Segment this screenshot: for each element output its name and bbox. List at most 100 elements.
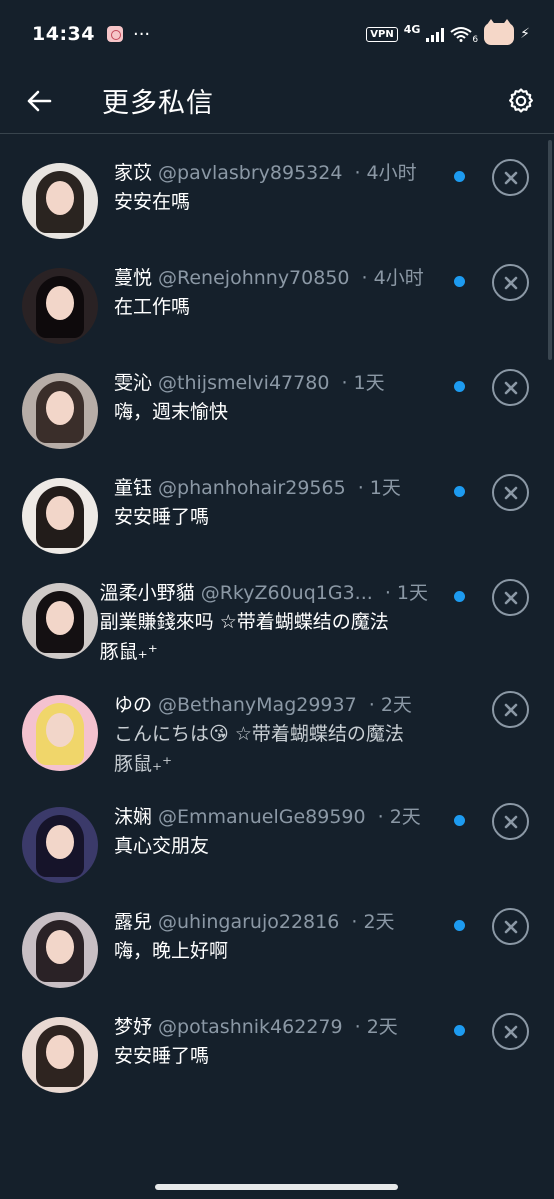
sender-name: 蔓悦 xyxy=(114,267,153,289)
sender-name: 露兒 xyxy=(114,911,153,933)
vpn-icon: VPN xyxy=(366,26,398,42)
status-time: 14:34 xyxy=(32,23,95,45)
message-preview: 嗨，週末愉快 xyxy=(114,401,229,423)
message-preview: 安安睡了嗎 xyxy=(114,506,210,528)
close-icon xyxy=(504,920,517,933)
message-time: · 1天 xyxy=(335,372,385,394)
sender-handle: @potashnik462279 xyxy=(158,1016,343,1038)
conversation-item[interactable]: 家苡 @pavlasbry895324 · 4小时 安安在嗎 xyxy=(0,159,554,264)
dismiss-button[interactable] xyxy=(492,264,529,301)
sender-name: 梦妤 xyxy=(114,1016,153,1038)
dismiss-button[interactable] xyxy=(492,369,529,406)
avatar[interactable] xyxy=(22,695,98,771)
message-preview: 安安睡了嗎 xyxy=(114,1045,210,1067)
conversation-item[interactable]: ゆの @BethanyMag29937 · 2天 こんにちは😘 ☆带着蝴蝶结の魔法… xyxy=(0,691,554,803)
sender-name: ゆの xyxy=(114,694,153,716)
sender-handle: @thijsmelvi47780 xyxy=(158,372,330,394)
message-time: · 2天 xyxy=(348,1016,398,1038)
message-time: · 2天 xyxy=(362,694,412,716)
conversation-item[interactable]: 雯沁 @thijsmelvi47780 · 1天 嗨，週末愉快 xyxy=(0,369,554,474)
more-notifications-icon: ··· xyxy=(132,23,151,45)
unread-indicator xyxy=(454,920,465,931)
signal-icon xyxy=(426,26,445,42)
message-preview: 安安在嗎 xyxy=(114,191,191,213)
conversation-item[interactable]: 周時雨@marionsower62... · 3小时 嗨介意認識嗎 xyxy=(0,134,554,159)
dismiss-button[interactable] xyxy=(492,159,529,196)
sender-name: 家苡 xyxy=(114,162,153,184)
unread-indicator xyxy=(454,171,465,182)
avatar[interactable] xyxy=(22,478,98,554)
message-time: · 4小时 xyxy=(355,267,424,289)
close-icon xyxy=(504,703,517,716)
dismiss-button[interactable] xyxy=(492,908,529,945)
arrow-left-icon xyxy=(27,90,52,111)
conversation-item[interactable]: 沫娴 @EmmanuelGe89590 · 2天 真心交朋友 xyxy=(0,803,554,908)
sender-name: 溫柔小野貓 xyxy=(99,582,195,604)
dismiss-button[interactable] xyxy=(492,691,529,728)
dismiss-button[interactable] xyxy=(492,579,529,616)
close-icon xyxy=(504,1025,517,1038)
network-type: 4G xyxy=(403,23,421,36)
unread-indicator xyxy=(454,276,465,287)
close-icon xyxy=(504,276,517,289)
back-button[interactable] xyxy=(0,68,78,134)
message-time: · 2天 xyxy=(345,911,395,933)
message-time: · 2天 xyxy=(371,806,421,828)
conversation-item[interactable]: 溫柔小野貓 @RkyZ60uq1G3... · 1天 副業賺錢來吗 ☆带着蝴蝶结の… xyxy=(0,579,554,691)
sender-handle: @uhingarujo22816 xyxy=(158,911,340,933)
avatar[interactable] xyxy=(22,583,98,659)
page-title: 更多私信 xyxy=(102,88,214,119)
unread-indicator xyxy=(454,591,465,602)
avatar[interactable] xyxy=(22,373,98,449)
message-time: · 1天 xyxy=(351,477,401,499)
settings-button[interactable] xyxy=(488,68,554,134)
message-preview: 真心交朋友 xyxy=(114,835,210,857)
message-time: · 1天 xyxy=(378,582,428,604)
avatar[interactable] xyxy=(22,912,98,988)
status-icons: VPN 4G 6 ⚡ xyxy=(366,19,530,45)
dismiss-button[interactable] xyxy=(492,1013,529,1050)
unread-indicator xyxy=(454,815,465,826)
avatar[interactable] xyxy=(22,268,98,344)
sender-handle: @RkyZ60uq1G3... xyxy=(200,582,373,604)
avatar[interactable] xyxy=(22,163,98,239)
message-preview: こんにちは😘 ☆带着蝴蝶结の魔法 xyxy=(114,723,404,745)
dismiss-button[interactable] xyxy=(492,803,529,840)
status-bar: 14:34 ··· VPN 4G 6 ⚡ xyxy=(0,0,554,68)
conversation-item[interactable]: 梦妤 @potashnik462279 · 2天 安安睡了嗎 xyxy=(0,1013,554,1118)
message-time: · 4小时 xyxy=(348,162,417,184)
message-preview: 嗨，晚上好啊 xyxy=(114,940,229,962)
home-indicator[interactable] xyxy=(155,1184,398,1190)
conversation-list[interactable]: 周時雨@marionsower62... · 3小时 嗨介意認識嗎 家苡@pav… xyxy=(0,134,554,1194)
wifi-standard: 6 xyxy=(472,35,479,45)
message-preview: 在工作嗎 xyxy=(114,296,191,318)
avatar[interactable] xyxy=(22,807,98,883)
sender-handle: @Renejohnny70850 xyxy=(158,267,350,289)
sender-handle: @pavlasbry895324 xyxy=(158,162,343,184)
conversation-item[interactable]: 露兒 @uhingarujo22816 · 2天 嗨，晚上好啊 xyxy=(0,908,554,1013)
wifi-icon xyxy=(450,27,473,42)
message-preview: 副業賺錢來吗 ☆带着蝴蝶结の魔法 xyxy=(99,611,389,633)
sender-handle: @BethanyMag29937 xyxy=(158,694,357,716)
gear-icon xyxy=(509,87,533,113)
sender-name: 雯沁 xyxy=(114,372,153,394)
message-preview-continued: 豚鼠₊⁺ xyxy=(99,641,158,663)
close-icon xyxy=(504,486,517,499)
sender-name: 童钰 xyxy=(114,477,153,499)
dismiss-button[interactable] xyxy=(492,474,529,511)
conversation-item[interactable]: 蔓悦 @Renejohnny70850 · 4小时 在工作嗎 xyxy=(0,264,554,369)
top-app-bar: 更多私信 xyxy=(0,68,554,134)
unread-indicator xyxy=(454,486,465,497)
close-icon xyxy=(504,381,517,394)
close-icon xyxy=(504,171,517,184)
sender-name: 沫娴 xyxy=(114,806,153,828)
close-icon xyxy=(504,815,517,828)
conversation-item[interactable]: 童钰 @phanhohair29565 · 1天 安安睡了嗎 xyxy=(0,474,554,579)
avatar[interactable] xyxy=(22,1017,98,1093)
close-icon xyxy=(504,591,517,604)
unread-indicator xyxy=(454,381,465,392)
charging-icon: ⚡ xyxy=(520,26,530,42)
sender-handle: @phanhohair29565 xyxy=(158,477,346,499)
message-preview-continued: 豚鼠₊⁺ xyxy=(114,753,173,775)
scrollbar[interactable] xyxy=(548,140,552,360)
